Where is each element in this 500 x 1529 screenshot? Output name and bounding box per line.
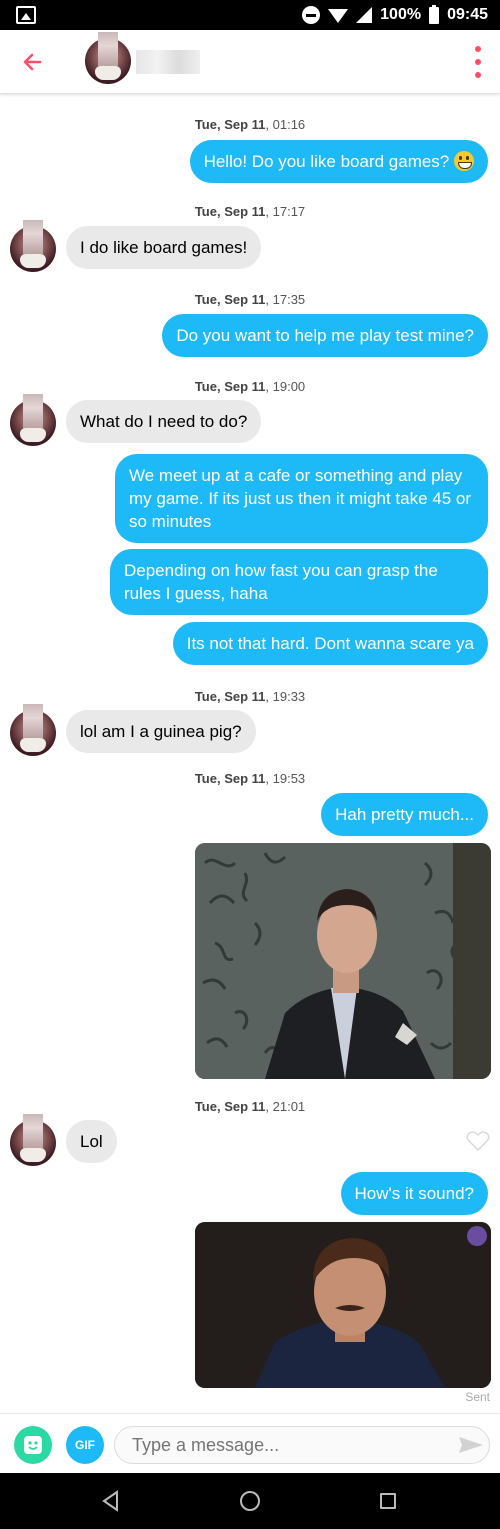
sticker-face-icon xyxy=(24,1436,42,1454)
avatar-pixelated-face xyxy=(23,220,43,254)
message-timestamp: Tue, Sep 11, 21:01 xyxy=(194,1099,306,1114)
match-name-redacted xyxy=(136,50,200,74)
message-timestamp: Tue, Sep 11, 19:33 xyxy=(194,689,306,704)
kebab-menu-icon[interactable] xyxy=(474,46,482,78)
avatar-detail xyxy=(20,738,46,752)
outgoing-message[interactable]: Do you want to help me play test mine? xyxy=(162,314,488,357)
avatar-detail xyxy=(20,428,46,442)
nav-recents-icon[interactable] xyxy=(380,1493,396,1509)
message-timestamp: Tue, Sep 11, 17:17 xyxy=(194,204,306,219)
do-not-disturb-icon xyxy=(302,6,321,24)
message-timestamp: Tue, Sep 11, 01:16 xyxy=(194,117,306,132)
gif-image xyxy=(195,843,491,1079)
sender-avatar[interactable] xyxy=(10,704,56,756)
nav-back-icon[interactable] xyxy=(101,1490,121,1512)
cell-signal-icon xyxy=(356,7,373,23)
avatar-detail xyxy=(20,1148,46,1162)
wifi-icon xyxy=(328,9,349,23)
chat-screen: 100% 09:45 Tue, Sep 11, 01:16 Hello! Do … xyxy=(0,0,500,1529)
outgoing-message[interactable]: We meet up at a cafe or something and pl… xyxy=(115,454,488,543)
battery-icon xyxy=(429,4,440,24)
avatar-detail xyxy=(20,254,46,268)
nav-home-icon[interactable] xyxy=(240,1491,260,1511)
gif-message[interactable] xyxy=(195,1222,491,1388)
sender-avatar[interactable] xyxy=(10,220,56,272)
incoming-message[interactable]: lol am I a guinea pig? xyxy=(66,710,256,753)
outgoing-message[interactable]: How's it sound? xyxy=(340,1172,488,1215)
outgoing-message[interactable]: Its not that hard. Dont wanna scare ya xyxy=(172,622,488,665)
gif-image xyxy=(195,1222,491,1388)
message-timestamp: Tue, Sep 11, 17:35 xyxy=(194,292,306,307)
avatar-pixelated-face xyxy=(98,32,118,66)
message-timestamp: Tue, Sep 11, 19:53 xyxy=(194,771,306,786)
sent-status: Sent xyxy=(465,1390,490,1404)
outgoing-message[interactable]: Hello! Do you like board games? xyxy=(189,140,488,183)
incoming-message[interactable]: I do like board games! xyxy=(66,226,262,269)
like-heart-icon[interactable] xyxy=(466,1130,490,1152)
status-icons: 100% 09:45 xyxy=(302,4,488,25)
message-input[interactable] xyxy=(114,1426,490,1464)
avatar-pixelated-face xyxy=(23,1114,43,1148)
avatar-pixelated-face xyxy=(23,394,43,428)
gallery-notification-icon xyxy=(16,6,36,24)
send-icon[interactable] xyxy=(458,1436,484,1454)
gif-message[interactable] xyxy=(195,843,491,1079)
chat-header xyxy=(0,30,500,94)
incoming-message[interactable]: Lol xyxy=(66,1120,117,1163)
sticker-button[interactable] xyxy=(14,1426,52,1464)
outgoing-message[interactable]: Depending on how fast you can grasp the … xyxy=(110,549,488,615)
message-composer: GIF xyxy=(0,1413,500,1473)
match-avatar[interactable] xyxy=(85,32,131,84)
message-timestamp: Tue, Sep 11, 19:00 xyxy=(194,379,306,394)
sender-avatar[interactable] xyxy=(10,1114,56,1166)
system-navigation-bar xyxy=(0,1473,500,1529)
grinning-face-emoji-icon xyxy=(454,151,474,171)
outgoing-message[interactable]: Hah pretty much... xyxy=(321,793,488,836)
battery-percent: 100% xyxy=(380,6,422,23)
status-bar: 100% 09:45 xyxy=(0,0,500,30)
avatar-pixelated-face xyxy=(23,704,43,738)
gif-button[interactable]: GIF xyxy=(66,1426,104,1464)
sender-avatar[interactable] xyxy=(10,394,56,446)
incoming-message[interactable]: What do I need to do? xyxy=(66,400,262,443)
status-time: 09:45 xyxy=(447,6,488,23)
arrow-left-icon[interactable] xyxy=(18,48,48,76)
avatar-detail xyxy=(95,66,121,80)
